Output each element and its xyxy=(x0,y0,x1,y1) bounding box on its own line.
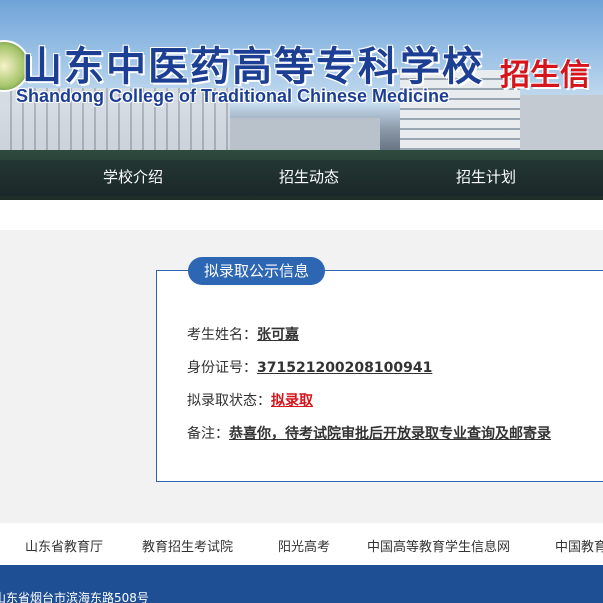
link-sunshine-gaokao[interactable]: 阳光高考 xyxy=(278,536,330,555)
field-label: 身份证号： xyxy=(187,360,257,376)
friend-links: 山东省教育厅 教育招生考试院 阳光高考 中国高等教育学生信息网 中国教育 xyxy=(0,523,603,565)
link-shandong-education-dept[interactable]: 山东省教育厅 xyxy=(25,536,103,555)
field-label: 备注： xyxy=(187,426,229,442)
nav-item-admission-news[interactable]: 招生动态 xyxy=(279,166,339,187)
main-nav: 学校介绍 招生动态 招生计划 xyxy=(0,160,603,196)
admission-status-value: 拟录取 xyxy=(271,393,313,409)
field-label: 拟录取状态： xyxy=(187,393,271,409)
field-candidate-name: 考生姓名：张可嘉 xyxy=(187,324,299,344)
link-exam-institute[interactable]: 教育招生考试院 xyxy=(142,536,233,555)
school-name-en: Shandong College of Traditional Chinese … xyxy=(16,86,450,106)
nav-item-admission-plan[interactable]: 招生计划 xyxy=(456,166,516,187)
remark-value: 恭喜你，待考试院审批后开放录取专业查询及邮寄录 xyxy=(229,426,551,442)
field-label: 考生姓名： xyxy=(187,327,257,343)
id-number-value: 371521200208100941 xyxy=(257,360,433,376)
nav-item-school-intro[interactable]: 学校介绍 xyxy=(103,166,163,187)
link-chsi[interactable]: 中国高等教育学生信息网 xyxy=(367,536,510,555)
field-id-number: 身份证号：371521200208100941 xyxy=(187,357,432,377)
link-china-education[interactable]: 中国教育 xyxy=(555,536,603,555)
recruit-info-tag: 招生信 xyxy=(500,58,590,93)
school-name-cn: 山东中医药高等专科学校 xyxy=(22,43,484,90)
notice-title: 拟录取公示信息 xyxy=(188,257,326,285)
field-remark: 备注：恭喜你，待考试院审批后开放录取专业查询及邮寄录 xyxy=(187,423,551,443)
candidate-name-value: 张可嘉 xyxy=(257,327,299,343)
footer-address: 山东省烟台市滨海东路508号 xyxy=(0,591,149,603)
site-footer: 山东省烟台市滨海东路508号 xyxy=(0,565,603,603)
field-admission-status: 拟录取状态：拟录取 xyxy=(187,390,313,410)
